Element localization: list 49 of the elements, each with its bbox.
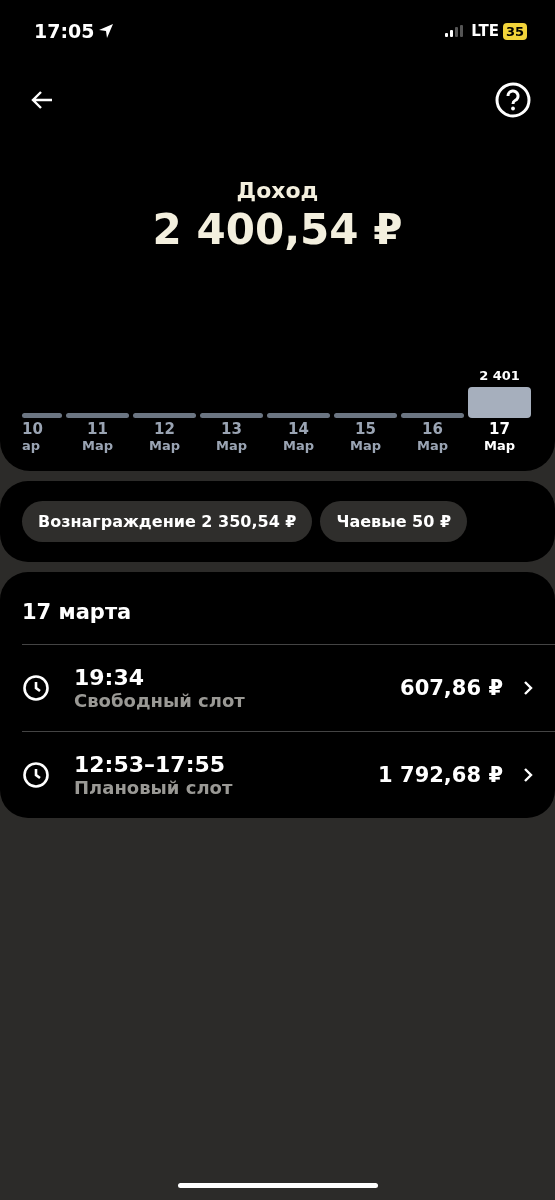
day-bar[interactable] [334, 413, 397, 418]
bar-value: 2 401 [479, 368, 520, 383]
chevron-icon [523, 680, 533, 696]
signal-icon [445, 25, 464, 37]
day-bar[interactable] [401, 413, 464, 418]
month-label: Мар [484, 438, 515, 453]
battery-indicator: 35 [502, 22, 527, 40]
day-label[interactable]: 15 [355, 420, 376, 438]
day-bar[interactable] [66, 413, 129, 418]
day-bar[interactable] [267, 413, 330, 418]
month-label: Мар [216, 438, 247, 453]
income-title: Доход [235, 178, 320, 203]
slot-time: 19:34 [74, 665, 146, 690]
clock-icon [22, 674, 50, 702]
slot-type: Плановый слот [74, 777, 234, 798]
slot-amount: 1 792,68 ₽ [378, 763, 503, 787]
amount-chip[interactable]: Чаевые 50 ₽ [320, 501, 468, 542]
amount-chip[interactable]: Вознаграждение 2 350,54 ₽ [22, 501, 313, 542]
day-bar[interactable] [200, 413, 263, 418]
slot-time: 12:53–17:55 [74, 752, 227, 777]
month-label: ар [22, 438, 41, 453]
month-label: Мар [82, 438, 113, 453]
month-label: Мар [350, 438, 381, 453]
income-amount: 2 400,54 ₽ [151, 205, 404, 254]
day-label[interactable]: 14 [288, 420, 309, 438]
month-label: Мар [283, 438, 314, 453]
day-bar[interactable] [468, 387, 531, 418]
day-label[interactable]: 13 [221, 420, 242, 438]
day-label[interactable]: 16 [422, 420, 443, 438]
month-label: Мар [417, 438, 448, 453]
chevron-icon [523, 767, 533, 783]
slot-row[interactable]: 19:34 Свободный слот 607,86 ₽ [22, 644, 555, 731]
status-time: 17:05 [34, 20, 95, 42]
slot-type: Свободный слот [74, 690, 246, 711]
day-label[interactable]: 10 [22, 420, 43, 438]
back-arrow-icon[interactable] [30, 90, 54, 110]
slot-amount: 607,86 ₽ [400, 676, 503, 700]
location-icon [98, 23, 115, 39]
day-label[interactable]: 11 [87, 420, 108, 438]
day-label[interactable]: 12 [154, 420, 175, 438]
month-label: Мар [149, 438, 180, 453]
section-title: 17 марта [22, 600, 133, 624]
network-label: LTE [471, 22, 499, 40]
day-label[interactable]: 17 [489, 420, 510, 438]
clock-icon [22, 761, 50, 789]
help-icon[interactable] [495, 82, 531, 118]
slot-row[interactable]: 12:53–17:55 Плановый слот 1 792,68 ₽ [22, 731, 555, 818]
day-bar[interactable] [22, 413, 62, 418]
day-bar[interactable] [133, 413, 196, 418]
